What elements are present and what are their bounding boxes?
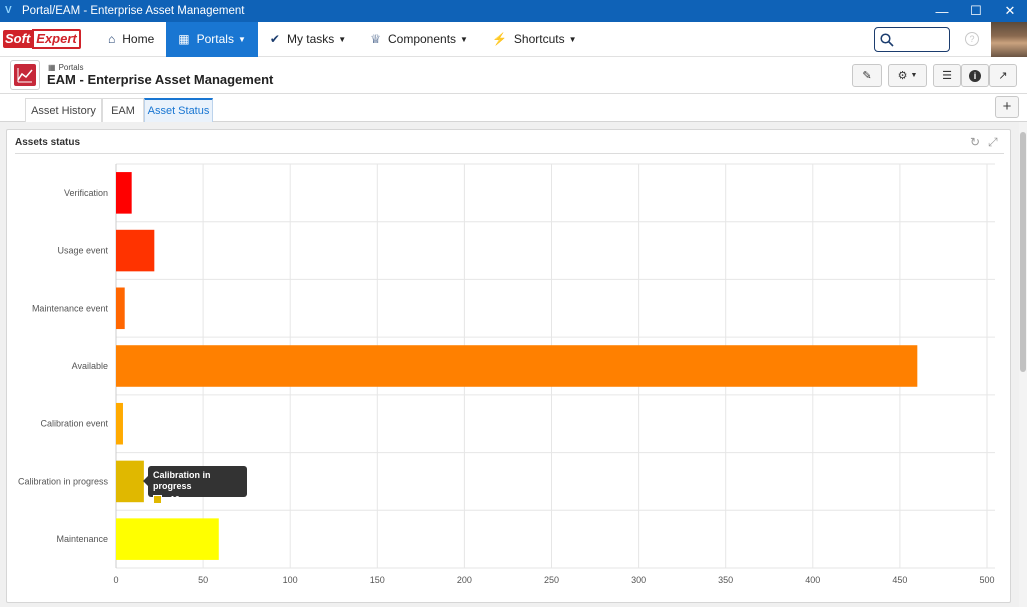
x-tick-label: 500 — [979, 575, 994, 585]
x-tick-label: 400 — [805, 575, 820, 585]
category-label: Calibration event — [40, 419, 108, 429]
x-tick-label: 200 — [457, 575, 472, 585]
bar-maintenance — [116, 518, 219, 560]
x-tick-label: 0 — [113, 575, 118, 585]
bar-calibration-event — [116, 402, 123, 445]
bar-usage-event — [116, 229, 155, 272]
assets-status-chart: Verification Usage event Maintenance event… — [18, 163, 995, 585]
tooltip-value: : 16 — [165, 494, 180, 504]
bar-calibration-in-progress — [116, 460, 144, 503]
x-tick-label: 300 — [631, 575, 646, 585]
x-tick-label: 150 — [370, 575, 385, 585]
x-tick-label: 100 — [283, 575, 298, 585]
bar-maintenance-event — [116, 287, 125, 330]
tooltip-swatch — [153, 494, 162, 504]
chart-tooltip: Calibration in progress : 16 — [143, 466, 247, 504]
bar-available — [116, 345, 918, 387]
bar-verification — [116, 172, 132, 214]
x-tick-label: 450 — [892, 575, 907, 585]
category-label: Calibration in progress — [18, 476, 109, 486]
category-label: Verification — [64, 188, 108, 198]
x-tick-label: 50 — [198, 575, 208, 585]
category-label: Maintenance — [56, 534, 108, 544]
category-label: Usage event — [57, 246, 108, 256]
x-tick-label: 250 — [544, 575, 559, 585]
category-label: Maintenance event — [32, 303, 109, 313]
x-tick-label: 350 — [718, 575, 733, 585]
tooltip-title: Calibration in progress — [153, 470, 211, 491]
category-label: Available — [72, 361, 108, 371]
